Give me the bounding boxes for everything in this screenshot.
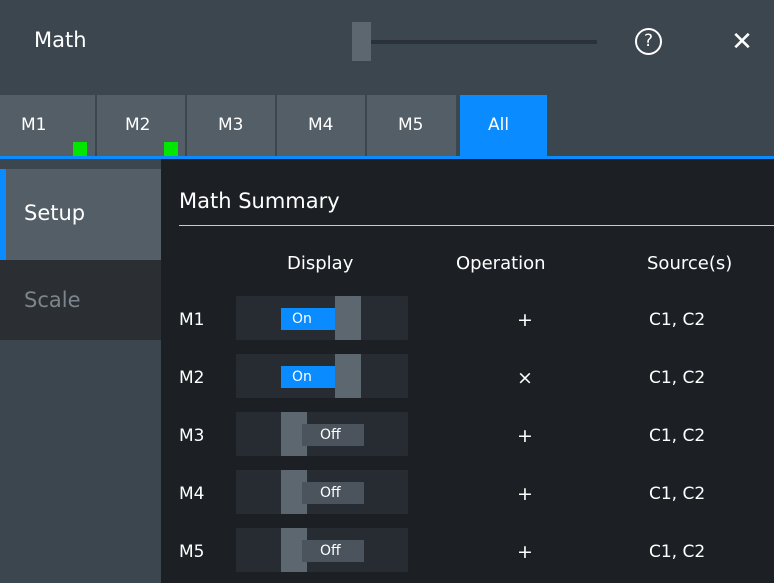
selected-accent bbox=[0, 169, 6, 260]
display-toggle-m3[interactable]: Off bbox=[236, 412, 408, 456]
title-bar: Math ? ✕ bbox=[0, 0, 774, 95]
sidebar-item-label: Setup bbox=[24, 201, 86, 225]
math-summary-panel: Math Summary Display Operation Source(s)… bbox=[161, 159, 774, 583]
tab-label: M5 bbox=[398, 115, 424, 135]
sources-m1: C1, C2 bbox=[649, 310, 706, 330]
operation-m2: × bbox=[517, 367, 533, 389]
tab-bar: M1 M2 M3 M4 M5 All bbox=[0, 95, 774, 159]
column-header-sources: Source(s) bbox=[647, 253, 733, 274]
dialog-title: Math bbox=[34, 28, 87, 52]
section-title: Math Summary bbox=[179, 189, 340, 213]
column-header-display: Display bbox=[287, 253, 354, 274]
tab-label: M4 bbox=[308, 115, 334, 135]
operation-m4: + bbox=[517, 483, 533, 505]
section-divider bbox=[179, 225, 774, 226]
tab-all[interactable]: All bbox=[460, 95, 547, 156]
toggle-knob bbox=[335, 296, 361, 340]
tab-m3[interactable]: M3 bbox=[187, 95, 275, 156]
tab-label: All bbox=[488, 115, 510, 135]
display-toggle-m4[interactable]: Off bbox=[236, 470, 408, 514]
tab-label: M3 bbox=[218, 115, 244, 135]
operation-m1: + bbox=[517, 309, 533, 331]
display-toggle-m5[interactable]: Off bbox=[236, 528, 408, 572]
active-indicator bbox=[164, 142, 178, 156]
tab-label: M2 bbox=[125, 115, 151, 135]
transparency-slider-track[interactable] bbox=[352, 40, 597, 44]
row-label-m2: M2 bbox=[179, 368, 205, 388]
toggle-state-label: Off bbox=[302, 540, 364, 562]
display-toggle-m2[interactable]: On bbox=[236, 354, 408, 398]
row-label-m5: M5 bbox=[179, 542, 205, 562]
transparency-slider-handle[interactable] bbox=[352, 22, 371, 61]
toggle-state-label: Off bbox=[302, 482, 364, 504]
tab-m2[interactable]: M2 bbox=[97, 95, 185, 156]
sources-m5: C1, C2 bbox=[649, 542, 706, 562]
toggle-state-label: Off bbox=[302, 424, 364, 446]
sidebar-item-scale[interactable]: Scale bbox=[0, 260, 161, 340]
sidebar-item-setup[interactable]: Setup bbox=[0, 169, 161, 260]
sidebar-item-label: Scale bbox=[24, 288, 81, 312]
active-indicator bbox=[73, 142, 87, 156]
close-icon[interactable]: ✕ bbox=[724, 24, 760, 60]
toggle-state-label: On bbox=[281, 366, 335, 388]
toggle-state-label: On bbox=[281, 308, 335, 330]
row-label-m1: M1 bbox=[179, 310, 205, 330]
row-label-m4: M4 bbox=[179, 484, 205, 504]
operation-m3: + bbox=[517, 425, 533, 447]
row-label-m3: M3 bbox=[179, 426, 205, 446]
sources-m3: C1, C2 bbox=[649, 426, 706, 446]
help-icon[interactable]: ? bbox=[635, 28, 662, 55]
toggle-knob bbox=[335, 354, 361, 398]
column-header-operation: Operation bbox=[456, 253, 546, 274]
sources-m4: C1, C2 bbox=[649, 484, 706, 504]
tab-m5[interactable]: M5 bbox=[367, 95, 456, 156]
tab-label: M1 bbox=[21, 115, 47, 135]
display-toggle-m1[interactable]: On bbox=[236, 296, 408, 340]
tab-m1[interactable]: M1 bbox=[0, 95, 95, 156]
operation-m5: + bbox=[517, 541, 533, 563]
sources-m2: C1, C2 bbox=[649, 368, 706, 388]
tab-m4[interactable]: M4 bbox=[277, 95, 365, 156]
sidebar: Setup Scale bbox=[0, 159, 161, 583]
